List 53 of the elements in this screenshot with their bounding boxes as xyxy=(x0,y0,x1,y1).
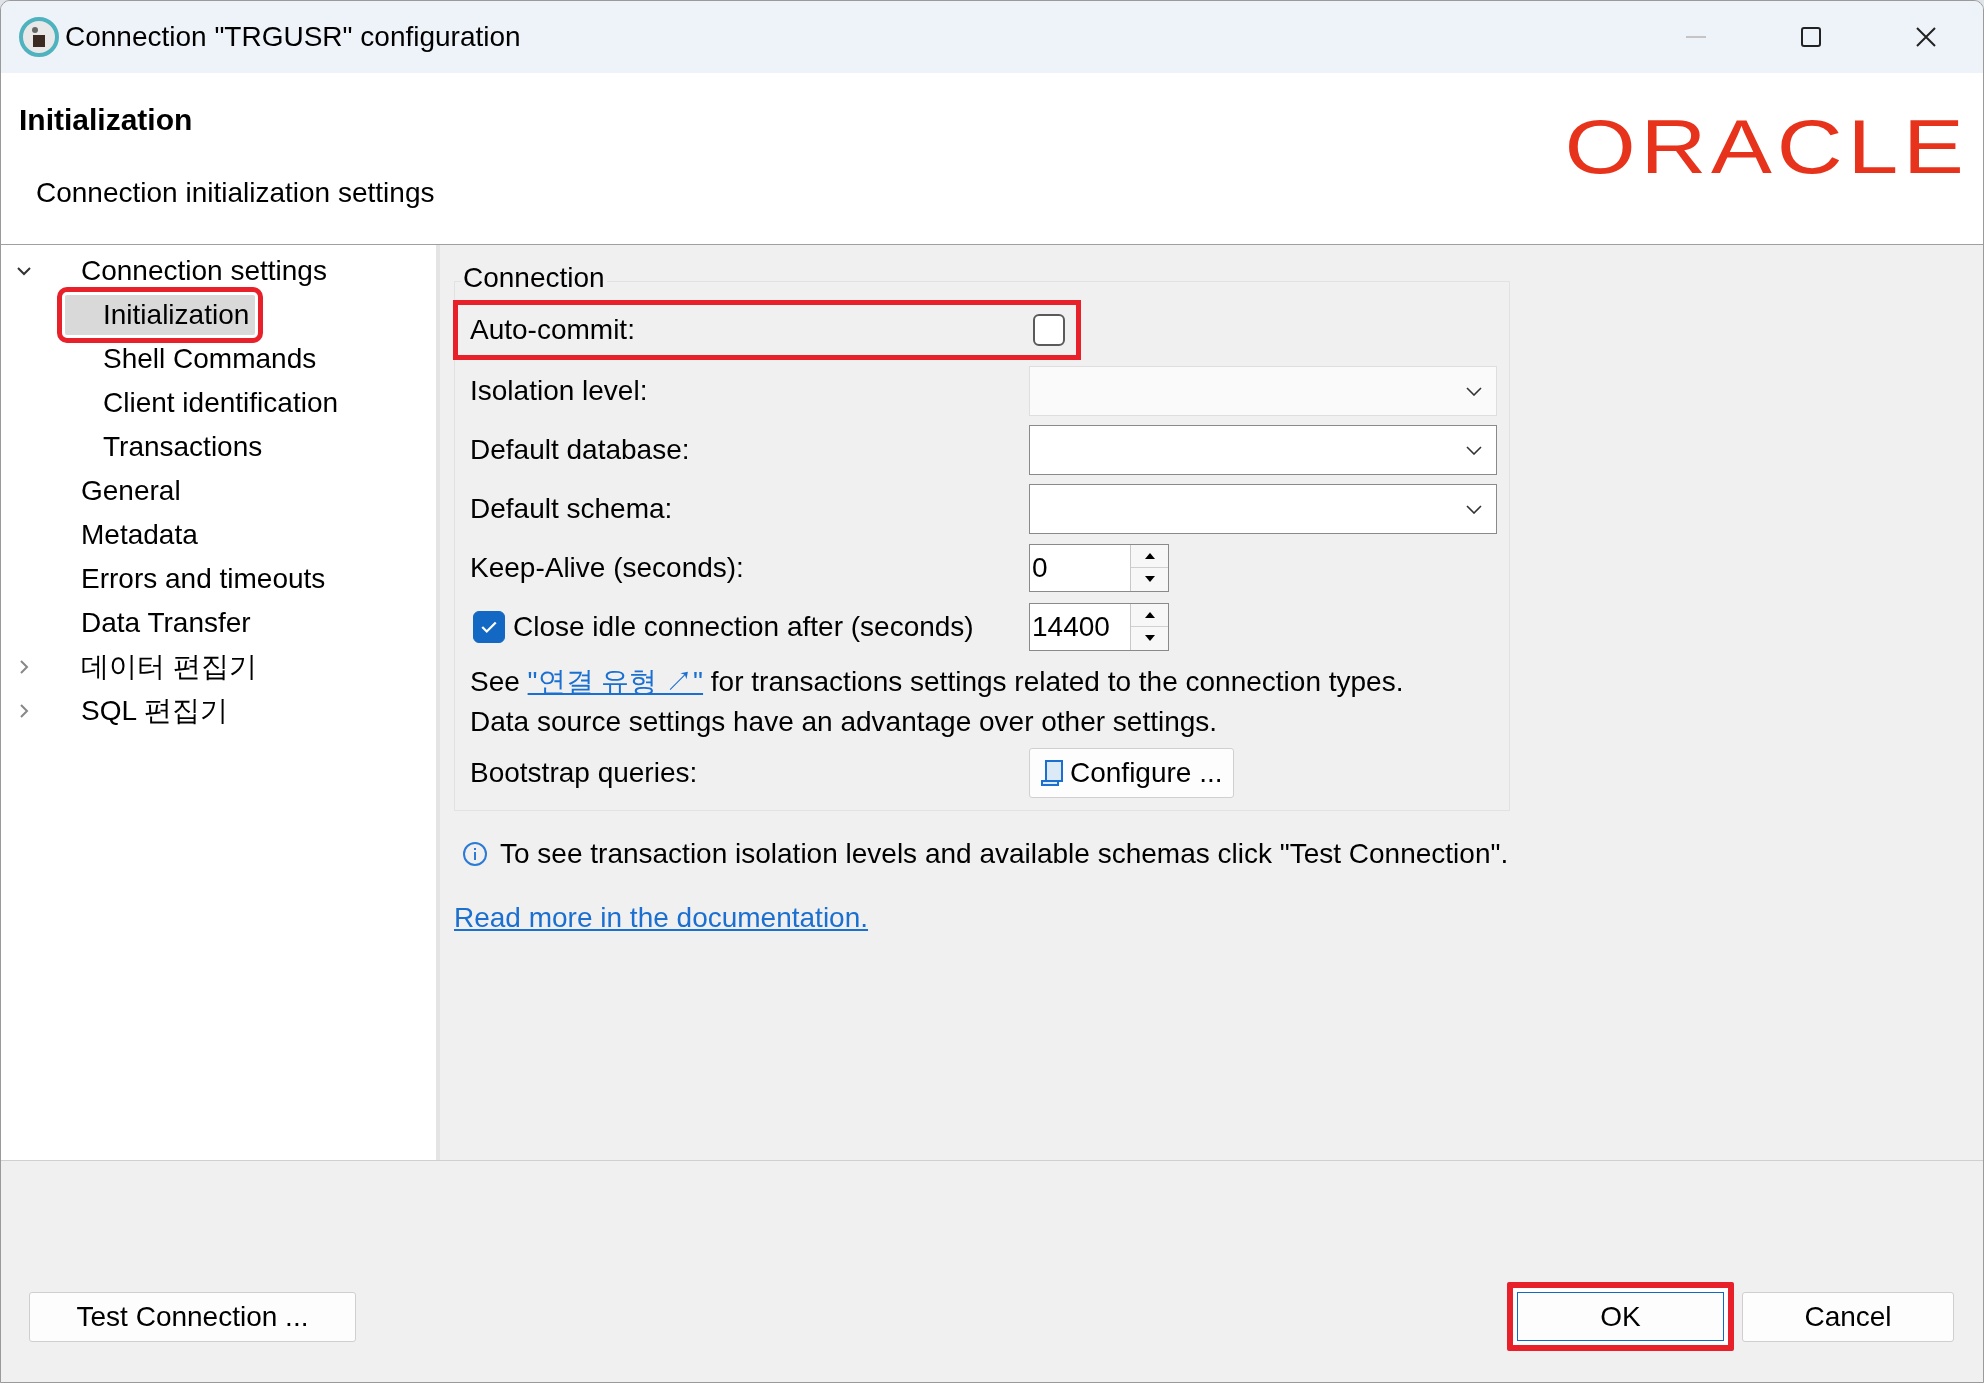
number-spinner[interactable]: 14400 xyxy=(1029,602,1169,651)
dialog-button[interactable]: Cancel xyxy=(1742,1291,1954,1342)
tree-item[interactable]: Data Transfer xyxy=(81,603,251,643)
dialog-button[interactable]: OK xyxy=(1507,1282,1734,1351)
triangle-down-icon xyxy=(1144,635,1155,642)
triangle-up-icon xyxy=(1144,552,1155,559)
app-logo-icon xyxy=(19,17,59,57)
minimize-icon xyxy=(1685,36,1706,38)
tree-item[interactable]: Client identification xyxy=(101,383,339,423)
window-title: Connection "TRGUSR" configuration xyxy=(65,20,521,54)
triangle-up-icon xyxy=(1144,611,1155,618)
field-label: Keep-Alive (seconds): xyxy=(469,550,745,585)
oracle-logo: ORACLE xyxy=(1565,109,1969,185)
spin-down-button[interactable] xyxy=(1131,568,1168,591)
dialog-button[interactable]: Test Connection ... xyxy=(29,1292,356,1342)
spin-down-button[interactable] xyxy=(1131,627,1168,650)
dropdown[interactable] xyxy=(1029,424,1497,475)
spin-up-button[interactable] xyxy=(1131,544,1168,568)
info-icon xyxy=(462,841,488,867)
page-subtitle: Connection initialization settings xyxy=(36,176,435,210)
documentation-link[interactable]: Read more in the documentation. xyxy=(454,897,869,939)
tree-item[interactable]: 데이터 편집기 xyxy=(81,647,257,687)
tree-item[interactable]: Metadata xyxy=(81,515,198,555)
field-label: Default schema: xyxy=(469,491,674,526)
field-label: Bootstrap queries: xyxy=(469,756,699,790)
tree-item[interactable]: Errors and timeouts xyxy=(81,559,326,599)
tree-item[interactable]: Shell Commands xyxy=(101,339,317,379)
dropdown[interactable] xyxy=(1029,483,1497,534)
field-label: Isolation level: xyxy=(469,373,649,408)
tree-item[interactable]: General xyxy=(81,471,181,511)
chevron-down-icon xyxy=(1466,444,1482,455)
note-text: Data source settings have an advantage over other settings. xyxy=(469,705,1219,739)
configure-button[interactable]: Configure ... xyxy=(1029,748,1234,798)
checkbox-label: Close idle connection after (seconds) xyxy=(513,609,974,644)
scroll-icon xyxy=(1040,759,1064,787)
connection-types-link[interactable]: "연결 유형 ↗" xyxy=(527,666,704,697)
chevron-down-icon xyxy=(1466,503,1482,514)
spin-up-button[interactable] xyxy=(1131,603,1168,627)
field-label: Default database: xyxy=(469,432,691,467)
number-spinner[interactable]: 0 xyxy=(1029,543,1169,592)
tree-item[interactable]: Transactions xyxy=(101,427,263,467)
info-text: To see transaction isolation levels and available schemas click "Test Connection". xyxy=(500,837,1509,871)
close-icon xyxy=(1915,27,1936,47)
checkbox[interactable] xyxy=(473,610,505,643)
field-label: Auto-commit: xyxy=(469,313,636,347)
checkbox[interactable] xyxy=(1033,314,1065,346)
note-text: See "연결 유형 ↗" for transactions settings related to the connection types. xyxy=(469,665,1405,699)
maximize-icon xyxy=(1800,27,1821,47)
tree-item[interactable]: SQL 편집기 xyxy=(81,691,228,731)
triangle-down-icon xyxy=(1144,576,1155,583)
chevron-down-icon xyxy=(1466,385,1482,396)
tree-item[interactable]: Connection settings xyxy=(81,251,327,291)
page-title: Initialization xyxy=(19,102,194,138)
